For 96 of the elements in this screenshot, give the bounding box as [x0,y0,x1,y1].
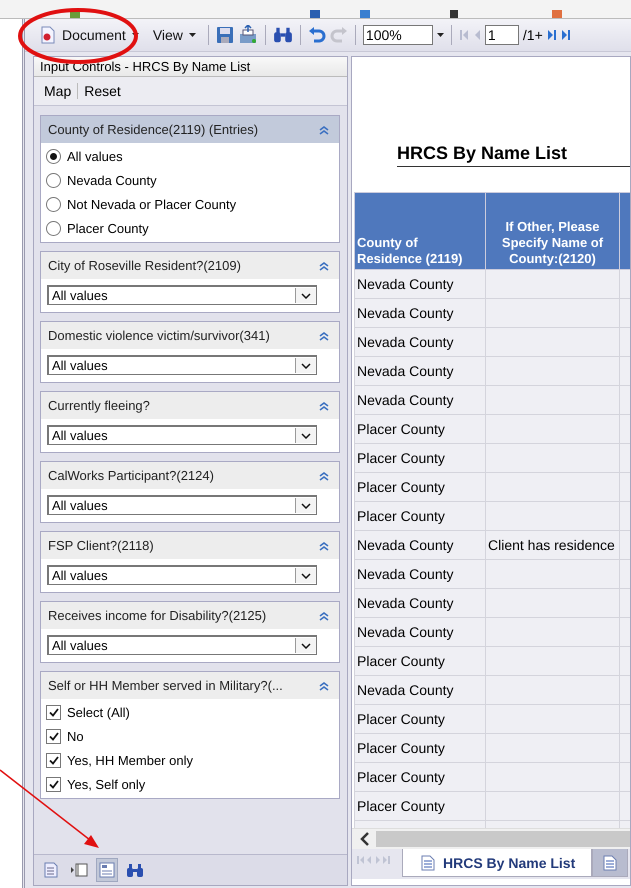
table-cell: Nevada County [354,298,486,328]
table-cell: Nevada County [354,530,486,560]
document-icon [40,26,56,44]
filter-header[interactable]: Currently fleeing? [41,392,339,419]
dropdown-field[interactable]: All values [47,565,317,585]
scrollbar[interactable] [376,831,630,847]
option-label: All values [67,148,123,164]
report-title: HRCS By Name List [397,143,630,167]
column-header: County of Residence (2119) [354,192,486,270]
checkbox[interactable] [46,728,61,744]
panel-tool-button[interactable] [96,858,118,882]
table-cell: Placer County [354,472,486,502]
page-field[interactable]: 1 [484,25,519,45]
table-cell: Nevada County [354,618,486,646]
checkbox[interactable] [46,704,61,720]
table-cell: Client has residence [486,530,620,560]
sheet-tab[interactable] [592,849,628,877]
checkbox[interactable] [46,752,61,768]
document-icon [421,854,435,870]
collapse-icon[interactable] [319,260,329,270]
collapse-icon[interactable] [319,610,329,620]
filter-header[interactable]: Receives income for Disability?(2125) [41,602,339,629]
collapse-icon[interactable] [319,400,329,410]
table-cell: Nevada County [354,270,486,298]
table-cell: Placer County [354,502,486,530]
caret-icon [188,33,196,37]
collapse-icon[interactable] [319,680,329,690]
table-cell: Nevada County [354,560,486,588]
option-label: Yes, Self only [67,776,146,792]
sheet-tab[interactable]: HRCS By Name List [402,849,592,877]
binoculars-icon[interactable] [272,26,293,44]
chevron-icon [301,362,311,368]
chevron-icon [301,432,311,438]
chevron-icon [301,292,311,298]
table-cell: Placer County [354,704,486,734]
panel-title: Input Controls - HRCS By Name List [34,57,347,77]
filter-header[interactable]: Domestic violence victim/survivor(341) [41,322,339,349]
document-icon [44,862,58,878]
panel-action[interactable]: Map [38,83,78,99]
caret-icon [132,33,139,37]
radio-button[interactable] [46,196,61,212]
menu-button[interactable]: Document [35,23,144,47]
save-icon[interactable] [216,26,234,44]
chevron-icon [301,502,311,508]
radio-button[interactable] [46,148,61,164]
collapse-icon[interactable] [319,330,329,340]
option-label: Select (All) [67,704,130,720]
checkbox[interactable] [46,776,61,792]
option-label: Nevada County [67,172,157,188]
collapse-icon[interactable] [319,470,329,480]
radio-button[interactable] [46,172,61,188]
scroll-left-icon[interactable] [360,832,370,846]
table-cell: Placer County [354,414,486,444]
chevron-icon [301,572,311,578]
column-header: If Other, Please Specify Name of County:(2120) [486,192,620,270]
collapse-icon[interactable] [319,540,329,550]
dropdown-field[interactable]: All values [47,495,317,515]
filter-header[interactable]: Self or HH Member served in Military?(... [41,672,339,699]
filter-header[interactable]: FSP Client?(2118) [41,532,339,559]
table-cell: Placer County [354,762,486,792]
filter-header[interactable]: CalWorks Participant?(2124) [41,462,339,489]
panel-action[interactable]: Reset [78,83,127,99]
next-page-icon[interactable] [546,29,557,41]
page-count: /1+ [522,27,543,43]
radio-button[interactable] [46,220,61,236]
table-cell: Nevada County [354,676,486,704]
filter-header[interactable]: City of Roseville Resident?(2109) [41,252,339,279]
table-cell: Placer County [354,646,486,676]
table-cell: Placer County [354,734,486,762]
option-label: Yes, HH Member only [67,752,193,768]
form-icon [99,862,115,878]
export-icon[interactable] [238,25,258,45]
menu-button[interactable]: View [148,24,201,46]
chevron-icon [301,642,311,648]
dropdown-field[interactable]: All values [47,425,317,445]
last-page-icon[interactable] [560,29,571,41]
option-label: No [67,728,84,744]
table-cell: Placer County [354,792,486,820]
table-cell: Nevada County [354,328,486,356]
document-icon [603,854,618,870]
dropdown-field[interactable]: All values [47,635,317,655]
option-label: Placer County [67,220,149,236]
table-cell: Placer County [354,444,486,472]
panel-icon [70,863,88,877]
table-cell: Nevada County [354,588,486,618]
zoom-field[interactable]: 100% [362,25,433,45]
undo-icon[interactable] [308,27,326,43]
binoculars-icon [126,862,144,878]
table-cell: Nevada County [354,386,486,414]
dropdown-field[interactable]: All values [47,285,317,305]
filter-header[interactable]: County of Residence(2119) (Entries) [41,116,339,143]
dropdown-field[interactable]: All values [47,355,317,375]
caret-icon [436,33,444,37]
table-cell: Nevada County [354,356,486,386]
collapse-icon[interactable] [319,124,329,134]
option-label: Not Nevada or Placer County [67,196,236,212]
